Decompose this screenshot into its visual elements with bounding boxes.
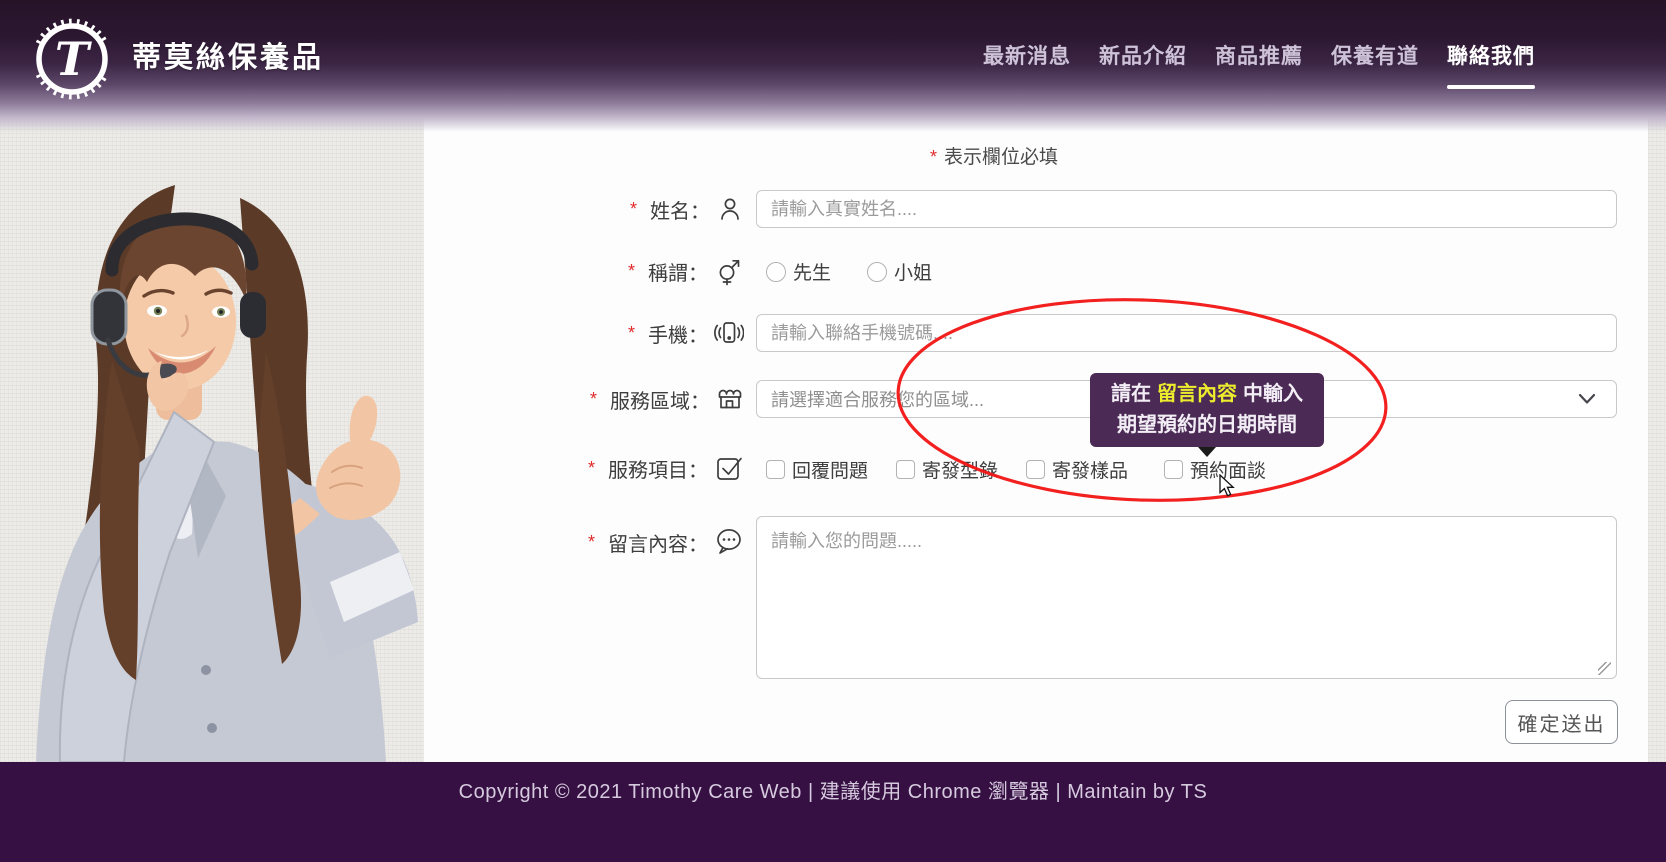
- footer: Copyright © 2021 Timothy Care Web | 建議使用…: [0, 762, 1666, 862]
- phone-input[interactable]: [756, 314, 1617, 352]
- name-label: * 姓名：: [540, 194, 744, 224]
- radio-circle: [766, 262, 786, 282]
- radio-mister[interactable]: 先生: [766, 258, 831, 285]
- message-label: * 留言內容：: [540, 527, 744, 557]
- radio-circle: [867, 262, 887, 282]
- required-asterisk: *: [930, 147, 937, 167]
- message-area-wrap: [756, 516, 1617, 684]
- checkbox-appointment[interactable]: 預約面談: [1164, 456, 1266, 483]
- resize-handle[interactable]: [1598, 662, 1611, 675]
- checkbox-send-catalog[interactable]: 寄發型錄: [896, 456, 998, 483]
- nav-item-recommended[interactable]: 商品推薦: [1215, 40, 1303, 89]
- tooltip-arrow-icon: [1198, 447, 1216, 457]
- customer-service-photo: [0, 110, 424, 762]
- gender-icon: [714, 255, 744, 287]
- checkbox-check-icon: [714, 453, 744, 483]
- copyright-text: Copyright © 2021 Timothy Care Web | 建議使用…: [0, 762, 1666, 804]
- name-input[interactable]: [756, 190, 1617, 228]
- checkbox-send-sample[interactable]: 寄發樣品: [1026, 456, 1128, 483]
- title-radio-group: 先生 小姐: [766, 258, 932, 285]
- tooltip-line2: 期望預約的日期時間: [1094, 410, 1320, 441]
- storefront-icon: [716, 385, 744, 413]
- person-icon: [716, 195, 744, 223]
- area-select-placeholder: 請選擇適合服務您的區域...: [771, 386, 984, 412]
- title-label: * 稱謂：: [540, 256, 744, 286]
- checkbox-reply-question[interactable]: 回覆問題: [766, 456, 868, 483]
- services-checkbox-group: 回覆問題 寄發型錄 寄發樣品 預約面談: [766, 456, 1266, 483]
- chevron-down-icon: [1578, 393, 1596, 405]
- checkbox-square: [896, 460, 915, 479]
- radio-miss[interactable]: 小姐: [867, 258, 932, 285]
- speech-bubble-icon: [714, 527, 744, 557]
- nav-item-contact-us[interactable]: 聯絡我們: [1447, 40, 1535, 89]
- nav-item-new-products[interactable]: 新品介紹: [1099, 40, 1187, 89]
- header: T 蒂莫絲保養品 最新消息 新品介紹 商品推薦 保養有道 聯絡我們: [0, 0, 1666, 132]
- nav-item-care-tips[interactable]: 保養有道: [1331, 40, 1419, 89]
- checkbox-square: [766, 460, 785, 479]
- submit-button[interactable]: 確定送出: [1505, 700, 1618, 744]
- nav-item-latest-news[interactable]: 最新消息: [983, 40, 1071, 89]
- hint-tooltip: 請在留言內容中輸入 期望預約的日期時間: [1090, 373, 1324, 447]
- svg-text:T: T: [55, 32, 93, 86]
- checkbox-square: [1164, 460, 1183, 479]
- area-label: * 服務區域：: [540, 384, 744, 414]
- tooltip-line1: 請在留言內容中輸入: [1094, 379, 1320, 410]
- tooltip-highlight: 留言內容: [1157, 383, 1237, 405]
- services-label: * 服務項目：: [540, 453, 744, 483]
- phone-label: * 手機：: [540, 318, 744, 348]
- main-nav: 最新消息 新品介紹 商品推薦 保養有道 聯絡我們: [983, 40, 1535, 89]
- active-nav-underline: [1447, 85, 1535, 89]
- brand-logo-icon[interactable]: T: [26, 12, 118, 104]
- mobile-phone-icon: [714, 319, 744, 347]
- checkbox-square: [1026, 460, 1045, 479]
- brand-name: 蒂莫絲保養品: [132, 34, 324, 76]
- message-textarea[interactable]: [756, 516, 1617, 679]
- required-note: *表示欄位必填: [424, 142, 1564, 169]
